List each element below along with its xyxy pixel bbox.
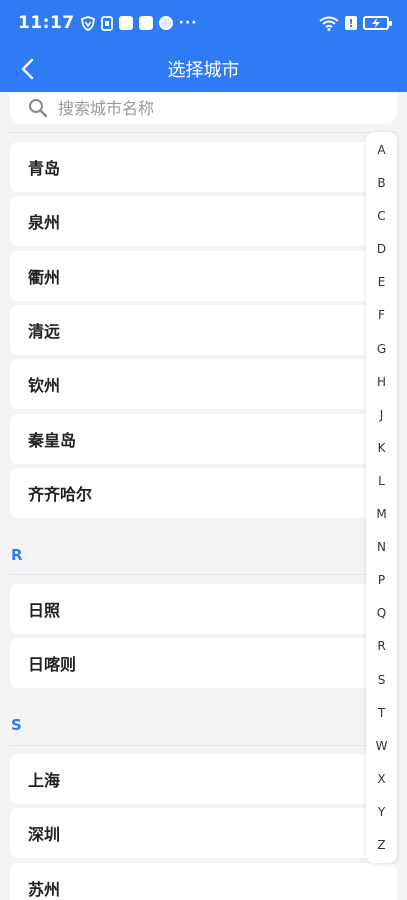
battery-charging-icon <box>363 16 392 30</box>
city-item-qingyuan[interactable]: 清远 <box>10 305 397 355</box>
wifi-icon <box>319 16 339 31</box>
section-divider-s <box>10 745 397 746</box>
weather-icon <box>158 16 173 30</box>
index-letter-l[interactable]: L <box>378 473 385 489</box>
alphabet-index-bar[interactable]: A B C D E F G H J K L M N P Q R S T W X … <box>366 132 397 863</box>
sim-card-icon <box>100 15 113 31</box>
app-notification-icon <box>118 16 133 30</box>
divider <box>10 132 397 133</box>
index-letter-a[interactable]: A <box>377 142 385 158</box>
index-letter-b[interactable]: B <box>377 175 385 191</box>
chevron-left-icon <box>21 58 34 80</box>
search-icon <box>29 99 48 118</box>
city-item-suzhou[interactable]: 苏州 <box>10 863 397 900</box>
index-letter-d[interactable]: D <box>377 241 386 257</box>
index-letter-r[interactable]: R <box>377 638 385 654</box>
index-letter-t[interactable]: T <box>378 705 385 721</box>
city-item-shanghai[interactable]: 上海 <box>10 754 397 804</box>
section-header-s: S <box>11 716 22 734</box>
search-bar[interactable] <box>10 92 397 124</box>
page-title: 选择城市 <box>167 60 240 81</box>
status-bar: 11:17 ··· ! <box>0 0 407 46</box>
index-letter-p[interactable]: P <box>378 572 385 588</box>
city-item-rizhao[interactable]: 日照 <box>10 584 397 634</box>
nav-bar: 选择城市 <box>0 46 407 92</box>
index-letter-c[interactable]: C <box>377 208 385 224</box>
status-time: 11:17 <box>18 13 75 33</box>
city-item-quanzhou[interactable]: 泉州 <box>10 196 397 246</box>
more-notifications-icon: ··· <box>178 15 198 31</box>
index-letter-n[interactable]: N <box>377 539 386 555</box>
back-button[interactable] <box>10 52 44 86</box>
index-letter-w[interactable]: W <box>376 738 388 754</box>
city-item-qinzhou[interactable]: 钦州 <box>10 359 397 409</box>
city-item-rikaze[interactable]: 日喀则 <box>10 638 397 688</box>
index-letter-s[interactable]: S <box>378 672 386 688</box>
index-letter-q[interactable]: Q <box>377 605 386 621</box>
search-input[interactable] <box>58 98 338 118</box>
index-letter-g[interactable]: G <box>377 341 386 357</box>
city-item-quzhou[interactable]: 衢州 <box>10 251 397 301</box>
city-item-shenzhen[interactable]: 深圳 <box>10 808 397 858</box>
city-item-qinhuangdao[interactable]: 秦皇岛 <box>10 414 397 464</box>
index-letter-k[interactable]: K <box>378 440 386 456</box>
index-letter-f[interactable]: F <box>378 307 385 323</box>
section-divider-r <box>10 574 397 575</box>
section-header-r: R <box>11 546 23 564</box>
index-letter-j[interactable]: J <box>380 407 384 423</box>
city-item-qiqihar[interactable]: 齐齐哈尔 <box>10 468 397 518</box>
index-letter-x[interactable]: X <box>377 771 385 787</box>
index-letter-z[interactable]: Z <box>377 837 385 853</box>
index-letter-m[interactable]: M <box>376 506 386 522</box>
index-letter-h[interactable]: H <box>377 374 386 390</box>
app-notification-icon-2 <box>138 16 153 30</box>
shield-icon <box>80 15 95 31</box>
alert-icon: ! <box>345 16 357 30</box>
index-letter-e[interactable]: E <box>378 274 386 290</box>
top-bar: 11:17 ··· ! 选择城市 <box>0 0 407 92</box>
city-item-qingdao[interactable]: 青岛 <box>10 142 397 192</box>
index-letter-y[interactable]: Y <box>378 804 385 820</box>
